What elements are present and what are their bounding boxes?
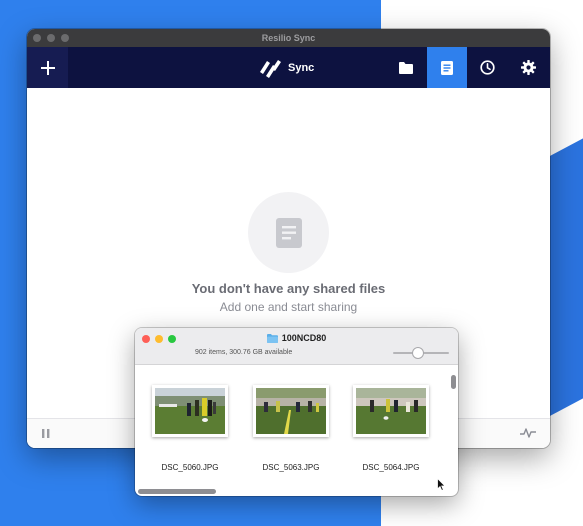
finder-icon-view: DSC_5060.JPG DSC_5063.JPG DSC_5064.JPG — [135, 366, 458, 496]
resilio-logo-icon — [260, 59, 281, 78]
window-titlebar[interactable]: Resilio Sync — [27, 29, 550, 47]
icon-size-slider-knob[interactable] — [413, 348, 423, 358]
file-thumbnail[interactable] — [152, 385, 228, 437]
toolbar-folders-button[interactable] — [386, 47, 426, 88]
toolbar-settings-button[interactable] — [508, 47, 548, 88]
minimize-window-button[interactable] — [47, 34, 55, 42]
close-window-button[interactable] — [33, 34, 41, 42]
document-icon — [275, 217, 302, 248]
mouse-pointer-icon — [437, 478, 446, 491]
window-controls — [33, 34, 69, 42]
finder-status-info: 902 items, 300.76 GB available — [195, 349, 293, 356]
folder-icon — [399, 61, 413, 74]
photo-thumbnail — [155, 388, 225, 434]
clock-icon — [479, 60, 495, 75]
toolbar-history-button[interactable] — [467, 47, 507, 88]
document-icon — [441, 60, 453, 75]
plus-icon — [40, 60, 55, 75]
file-thumbnail[interactable] — [253, 385, 329, 437]
empty-state-title: You don't have any shared files — [191, 281, 386, 296]
finder-titlebar[interactable]: 100NCD80 902 items, 300.76 GB available — [135, 328, 458, 365]
file-name[interactable]: DSC_5064.JPG — [341, 463, 441, 472]
app-logo: Sync — [258, 57, 314, 78]
add-folder-button[interactable] — [27, 47, 68, 88]
finder-title-text: 100NCD80 — [281, 333, 327, 343]
vertical-scrollbar[interactable] — [451, 375, 456, 389]
window-title: Resilio Sync — [261, 33, 316, 43]
zoom-window-button[interactable] — [61, 34, 69, 42]
horizontal-scrollbar[interactable] — [138, 489, 216, 494]
app-toolbar: Sync — [27, 47, 550, 88]
toolbar-files-button[interactable] — [427, 47, 467, 88]
logo-text: Sync — [288, 61, 315, 74]
folder-icon — [266, 333, 278, 343]
pause-icon[interactable] — [42, 429, 50, 438]
photo-thumbnail — [356, 388, 426, 434]
finder-title: 100NCD80 — [135, 333, 458, 343]
file-name[interactable]: DSC_5060.JPG — [140, 463, 240, 472]
empty-state-illustration — [248, 192, 329, 273]
gear-icon — [520, 60, 536, 75]
activity-icon[interactable] — [520, 428, 536, 438]
finder-window: 100NCD80 902 items, 300.76 GB available — [135, 328, 458, 496]
file-thumbnail[interactable] — [353, 385, 429, 437]
photo-thumbnail — [256, 388, 326, 434]
file-name[interactable]: DSC_5063.JPG — [241, 463, 341, 472]
empty-state-subtitle: Add one and start sharing — [219, 300, 358, 314]
